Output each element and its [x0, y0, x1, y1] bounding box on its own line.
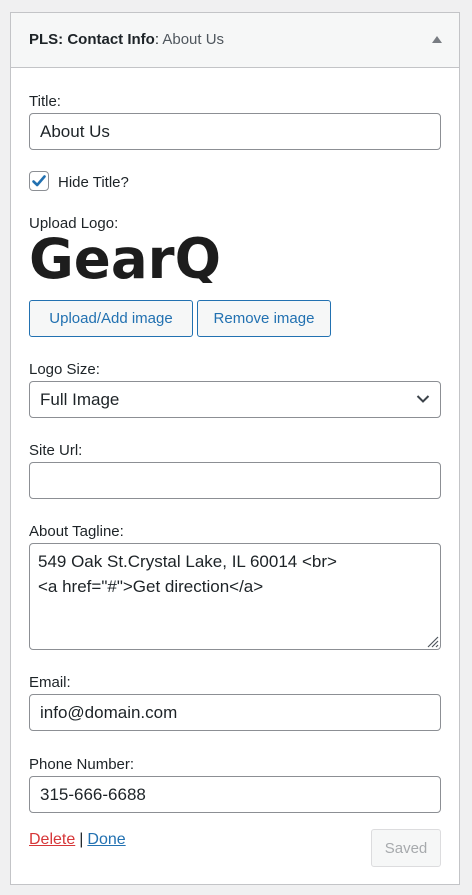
site-url-input[interactable]: [29, 462, 441, 499]
widget-name: PLS: Contact Info: [29, 31, 155, 48]
collapse-toggle-button[interactable]: [429, 33, 445, 47]
widget-panel: PLS: Contact Info: About Us Title: About…: [10, 12, 460, 885]
chevron-down-icon: [416, 395, 430, 403]
site-url-label: Site Url:: [29, 442, 83, 459]
email-input[interactable]: info@domain.com: [29, 694, 441, 731]
upload-add-image-button[interactable]: Upload/Add image: [29, 300, 193, 337]
widget-header[interactable]: PLS: Contact Info: About Us: [11, 13, 459, 68]
gearq-logo: GearQ: [29, 231, 221, 283]
phone-number-label: Phone Number:: [29, 756, 135, 773]
saved-button[interactable]: Saved: [371, 829, 441, 867]
widget-actions: Delete | Done: [29, 831, 126, 849]
logo-size-select[interactable]: Full Image: [29, 381, 441, 418]
checkmark-icon: [32, 175, 46, 187]
done-link[interactable]: Done: [87, 831, 125, 848]
title-input[interactable]: About Us: [29, 113, 441, 150]
widget-title: PLS: Contact Info: About Us: [29, 31, 224, 48]
logo-size-label: Logo Size:: [29, 361, 100, 378]
resize-handle-icon[interactable]: [425, 634, 439, 648]
logo-size-value: Full Image: [40, 389, 120, 409]
upload-logo-label: Upload Logo:: [29, 215, 119, 232]
about-tagline-textarea[interactable]: 549 Oak St.Crystal Lake, IL 60014 <br> <…: [29, 543, 441, 650]
tagline-line: 549 Oak St.Crystal Lake, IL 60014 <br>: [38, 552, 337, 571]
chevron-up-icon: [432, 36, 442, 43]
hide-title-checkbox[interactable]: [29, 171, 49, 191]
delete-link[interactable]: Delete: [29, 831, 75, 848]
title-label: Title:: [29, 93, 61, 110]
hide-title-label: Hide Title?: [58, 174, 129, 191]
email-label: Email:: [29, 674, 71, 691]
widget-instance-title: About Us: [162, 31, 225, 48]
remove-image-button[interactable]: Remove image: [197, 300, 331, 337]
action-separator: |: [79, 831, 84, 848]
about-tagline-label: About Tagline:: [29, 523, 124, 540]
svg-text:GearQ: GearQ: [29, 231, 221, 283]
tagline-line: <a href="#">Get direction</a>: [38, 577, 264, 596]
phone-number-input[interactable]: 315-666-6688: [29, 776, 441, 813]
